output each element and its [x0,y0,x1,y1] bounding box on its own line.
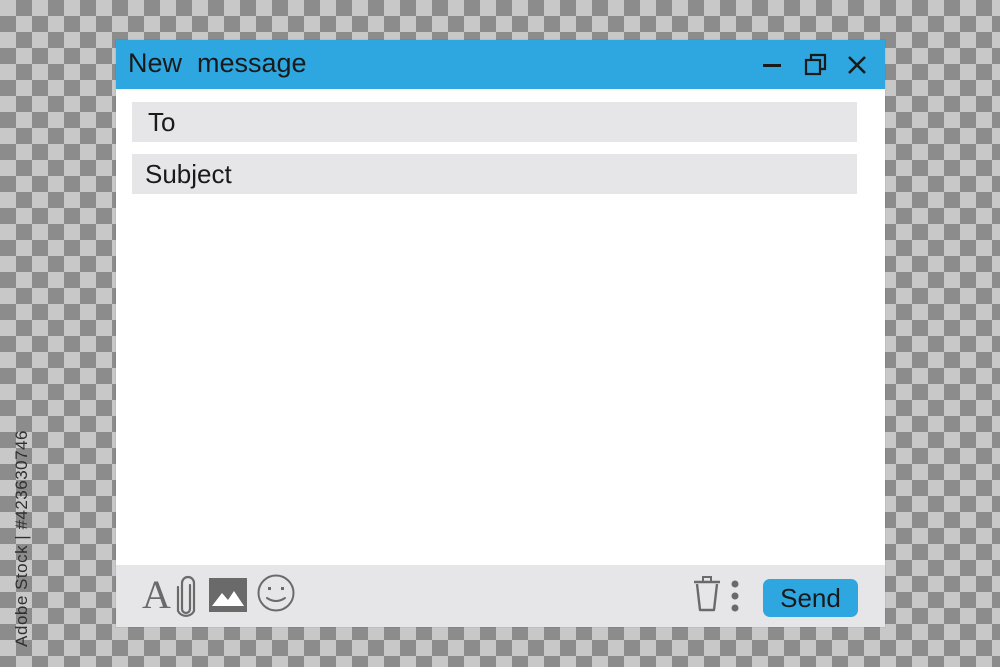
message-body[interactable] [132,206,861,560]
to-field[interactable] [132,102,857,142]
restore-icon [804,53,827,76]
smiley-icon [257,574,295,612]
paperclip-icon [176,575,196,617]
insert-image-button[interactable] [209,578,247,612]
window-title: New message [128,48,307,78]
discard-button[interactable] [692,574,722,614]
trash-icon [694,576,720,612]
more-options-button[interactable] [729,576,741,616]
close-icon [848,56,866,74]
subject-field[interactable] [132,154,857,194]
minimize-icon [763,64,781,67]
stock-id-watermark: Adobe Stock | #423630746 [12,430,31,647]
font-format-button[interactable]: A [142,573,171,617]
compose-toolbar: A Send [116,565,885,627]
minimize-button[interactable] [758,51,786,79]
close-button[interactable] [843,51,871,79]
send-button[interactable]: Send [763,579,858,617]
attach-button[interactable] [176,575,198,619]
more-vertical-icon [731,580,739,612]
maximize-button[interactable] [802,51,830,79]
compose-window: New message A [116,40,885,627]
title-bar[interactable]: New message [116,40,885,89]
emoji-button[interactable] [256,573,296,613]
image-icon [209,578,247,612]
